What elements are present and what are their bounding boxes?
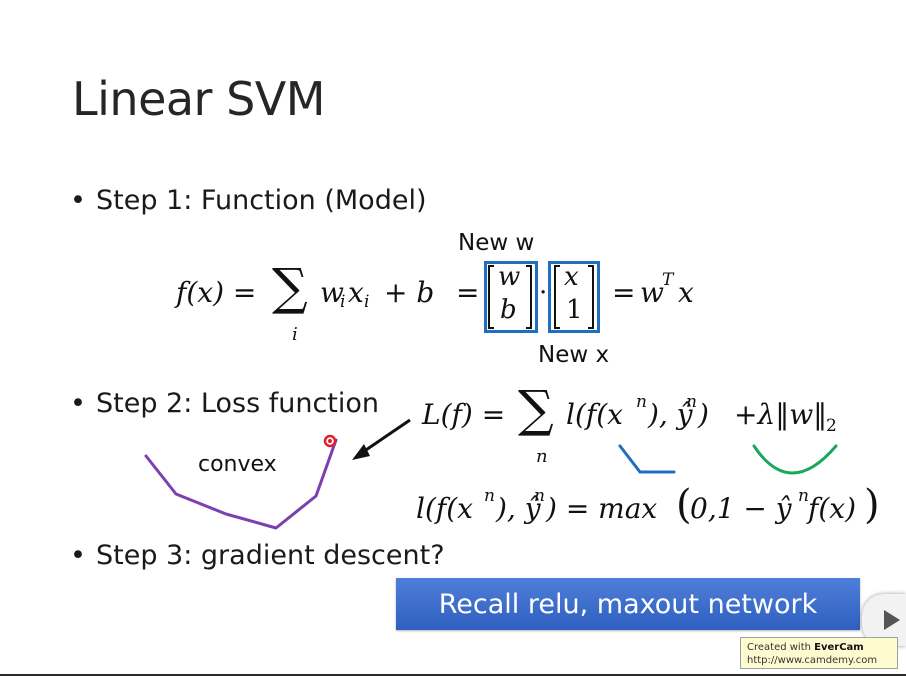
evercam-watermark[interactable]: Created with EverCam http://www.camdemy.… xyxy=(740,637,898,669)
play-icon xyxy=(884,610,900,630)
evercam-url: http://www.camdemy.com xyxy=(747,655,878,666)
evercam-brand: EverCam xyxy=(814,642,864,653)
convex-curve xyxy=(144,438,338,530)
arrow-line xyxy=(359,418,411,456)
bottom-divider xyxy=(0,674,906,676)
evercam-line1: Created with EverCam xyxy=(747,641,891,654)
evercam-created: Created with xyxy=(747,642,815,653)
slide: Linear SVM • Step 1: Function (Model) New… xyxy=(0,0,906,672)
recall-banner: Recall relu, maxout network xyxy=(396,578,860,630)
arrow-head xyxy=(352,444,370,460)
hinge-loss-sketch xyxy=(618,444,676,474)
regularizer-curve xyxy=(752,444,838,475)
